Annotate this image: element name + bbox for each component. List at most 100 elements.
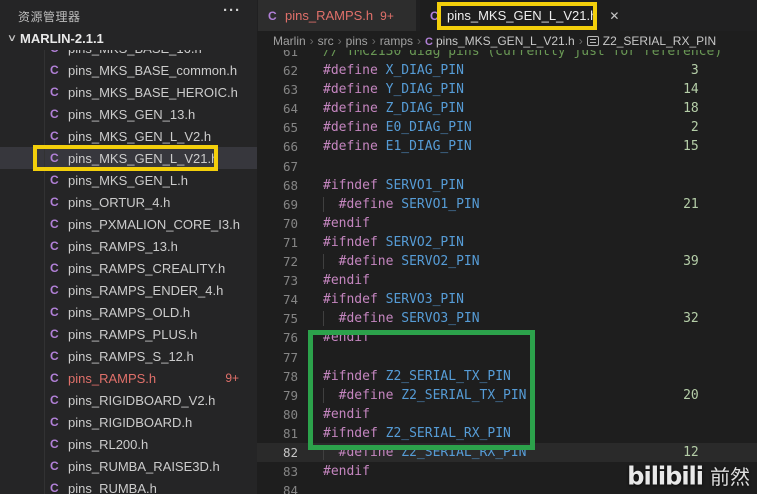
close-icon[interactable]: ✕ — [609, 9, 619, 23]
line-content — [298, 157, 323, 176]
tree-item-pins_PXMALION_CORE_I3.h[interactable]: Cpins_PXMALION_CORE_I3.h — [0, 213, 257, 235]
tree-item-pins_RAMPS_13.h[interactable]: Cpins_RAMPS_13.h — [0, 235, 257, 257]
c-file-icon: C — [50, 327, 59, 341]
c-file-icon: C — [425, 35, 433, 48]
line-content: #define SERVO1_PIN 21 — [298, 195, 699, 214]
c-file-icon: C — [50, 195, 59, 209]
tree-item-pins_RAMPS_OLD.h[interactable]: Cpins_RAMPS_OLD.h — [0, 301, 257, 323]
c-file-icon: C — [50, 437, 59, 451]
file-label: pins_RIGIDBOARD.h — [68, 414, 193, 430]
line-content: #define SERVO2_PIN 39 — [298, 252, 699, 271]
code-line-76[interactable]: 76 #endif — [257, 328, 757, 347]
breadcrumb-folder[interactable]: ramps — [380, 34, 413, 48]
breadcrumb-folder[interactable]: src — [318, 34, 334, 48]
tree-item-pins_RAMPS_S_12.h[interactable]: Cpins_RAMPS_S_12.h — [0, 345, 257, 367]
tree-item-pins_RAMPS.h[interactable]: Cpins_RAMPS.h 9+ — [0, 367, 257, 389]
c-file-icon: C — [50, 129, 59, 143]
code-line-63[interactable]: 63 #define Y_DIAG_PIN 14 — [257, 80, 757, 99]
tree-item-pins_MKS_GEN_L_V21.h[interactable]: Cpins_MKS_GEN_L_V21.h — [0, 147, 257, 169]
c-file-icon: C — [50, 349, 59, 363]
tree-item-pins_RUMBA.h[interactable]: Cpins_RUMBA.h — [0, 477, 257, 494]
tree-item-pins_MKS_BASE_HEROIC.h[interactable]: Cpins_MKS_BASE_HEROIC.h — [0, 81, 257, 103]
tab-pins-mks-gen-l-v21[interactable]: C pins_MKS_GEN_L_V21.h ✕ — [420, 0, 620, 31]
code-line-64[interactable]: 64 #define Z_DIAG_PIN 18 — [257, 99, 757, 118]
line-number: 66 — [282, 139, 298, 155]
code-lines: 61// TMC2130 diag pins (currently just f… — [257, 42, 757, 494]
code-line-72[interactable]: 72 #define SERVO2_PIN 39 — [257, 252, 757, 271]
file-label: pins_RAMPS_PLUS.h — [68, 326, 198, 342]
code-line-79[interactable]: 79 #define Z2_SERIAL_TX_PIN 20 — [257, 386, 757, 405]
line-number: 83 — [282, 464, 298, 480]
breadcrumb-folder[interactable]: pins — [346, 34, 368, 48]
line-content: #define E1_DIAG_PIN 15 — [323, 139, 699, 155]
file-label: pins_MKS_GEN_L_V2.h — [68, 128, 212, 144]
breadcrumb-separator: › — [417, 33, 422, 48]
code-line-81[interactable]: 81 #ifndef Z2_SERIAL_RX_PIN — [257, 424, 757, 443]
tree-item-pins_RAMPS_ENDER_4.h[interactable]: Cpins_RAMPS_ENDER_4.h — [0, 279, 257, 301]
line-content: #define X_DIAG_PIN 3 — [323, 63, 699, 79]
tree-item-pins_MKS_GEN_L.h[interactable]: Cpins_MKS_GEN_L.h — [0, 169, 257, 191]
tree-section-header[interactable]: ∨ MARLIN-2.1.1 — [0, 28, 257, 50]
line-number: 76 — [282, 330, 298, 346]
file-label: pins_MKS_BASE_16.h — [68, 50, 202, 56]
tab-pins-ramps[interactable]: C pins_RAMPS.h 9+ — [258, 0, 416, 31]
tree-item-pins_MKS_GEN_13.h[interactable]: Cpins_MKS_GEN_13.h — [0, 103, 257, 125]
line-number: 81 — [282, 425, 298, 441]
file-label: pins_RAMPS_S_12.h — [68, 348, 194, 364]
line-number: 70 — [282, 215, 298, 231]
tree-item-pins_MKS_BASE_common.h[interactable]: Cpins_MKS_BASE_common.h — [0, 59, 257, 81]
breadcrumb-symbol[interactable]: Z2_SERIAL_RX_PIN — [586, 34, 716, 48]
partial-tree-item[interactable]: C pins_MKS_BASE_16.h — [0, 50, 257, 59]
explorer-title: 资源管理器 — [18, 10, 81, 24]
more-actions-icon[interactable]: ··· — [223, 2, 241, 19]
code-line-70[interactable]: 70 #endif — [257, 214, 757, 233]
code-line-65[interactable]: 65 #define E0_DIAG_PIN 2 — [257, 118, 757, 137]
tree-item-pins_RAMPS_CREALITY.h[interactable]: Cpins_RAMPS_CREALITY.h — [0, 257, 257, 279]
tree-item-pins_RAMPS_PLUS.h[interactable]: Cpins_RAMPS_PLUS.h — [0, 323, 257, 345]
code-line-67[interactable]: 67 — [257, 157, 757, 176]
code-line-80[interactable]: 80 #endif — [257, 405, 757, 424]
line-number: 78 — [282, 368, 298, 384]
code-line-75[interactable]: 75 #define SERVO3_PIN 32 — [257, 309, 757, 328]
c-file-icon: C — [50, 239, 59, 253]
line-content — [298, 348, 323, 367]
code-line-68[interactable]: 68 #ifndef SERVO1_PIN — [257, 176, 757, 195]
tree-item-pins_RIGIDBOARD.h[interactable]: Cpins_RIGIDBOARD.h — [0, 411, 257, 433]
code-editor[interactable]: 61// TMC2130 diag pins (currently just f… — [257, 31, 757, 494]
tree-item-pins_MKS_GEN_L_V2.h[interactable]: Cpins_MKS_GEN_L_V2.h — [0, 125, 257, 147]
code-line-62[interactable]: 62 #define X_DIAG_PIN 3 — [257, 61, 757, 80]
file-label: pins_MKS_GEN_L_V21.h — [68, 150, 219, 166]
line-content: #ifndef Z2_SERIAL_RX_PIN — [323, 425, 511, 441]
c-file-icon: C — [50, 415, 59, 429]
tree-indent-guide — [44, 50, 45, 494]
breadcrumb: Marlin › src › pins › ramps › Cpins_MKS_… — [257, 31, 757, 50]
code-line-78[interactable]: 78 #ifndef Z2_SERIAL_TX_PIN — [257, 367, 757, 386]
code-line-82[interactable]: 82 #define Z2_SERIAL_RX_PIN 12 — [257, 442, 757, 463]
c-file-icon: C — [50, 459, 59, 473]
line-content: #ifndef SERVO3_PIN — [323, 292, 464, 308]
tab-label: pins_MKS_GEN_L_V21.h — [447, 8, 598, 23]
breadcrumb-separator: › — [371, 33, 376, 48]
tab-label: pins_RAMPS.h — [285, 8, 374, 23]
line-content: #endif — [323, 273, 370, 289]
tree-item-pins_ORTUR_4.h[interactable]: Cpins_ORTUR_4.h — [0, 191, 257, 213]
tree-item-pins_RUMBA_RAISE3D.h[interactable]: Cpins_RUMBA_RAISE3D.h — [0, 455, 257, 477]
tree-item-pins_RIGIDBOARD_V2.h[interactable]: Cpins_RIGIDBOARD_V2.h — [0, 389, 257, 411]
code-line-69[interactable]: 69 #define SERVO1_PIN 21 — [257, 195, 757, 214]
line-number: 63 — [282, 82, 298, 98]
line-content: #define Z2_SERIAL_RX_PIN 12 — [298, 443, 699, 462]
line-number: 82 — [282, 444, 298, 460]
breadcrumb-folder[interactable]: Marlin — [273, 34, 306, 48]
breadcrumb-separator: › — [578, 33, 583, 48]
code-line-71[interactable]: 71 #ifndef SERVO2_PIN — [257, 233, 757, 252]
file-tree: C pins_MKS_BASE_16.h Cpins_MKS_BASE_comm… — [0, 50, 257, 494]
code-line-73[interactable]: 73 #endif — [257, 271, 757, 290]
tree-item-pins_RL200.h[interactable]: Cpins_RL200.h — [0, 433, 257, 455]
breadcrumb-file[interactable]: Cpins_MKS_GEN_L_V21.h — [425, 34, 575, 48]
code-line-74[interactable]: 74 #ifndef SERVO3_PIN — [257, 290, 757, 309]
line-content: #ifndef SERVO2_PIN — [323, 234, 464, 250]
line-number: 69 — [282, 196, 298, 212]
code-line-66[interactable]: 66 #define E1_DIAG_PIN 15 — [257, 137, 757, 156]
c-file-icon: C — [430, 8, 439, 23]
code-line-77[interactable]: 77 — [257, 348, 757, 367]
